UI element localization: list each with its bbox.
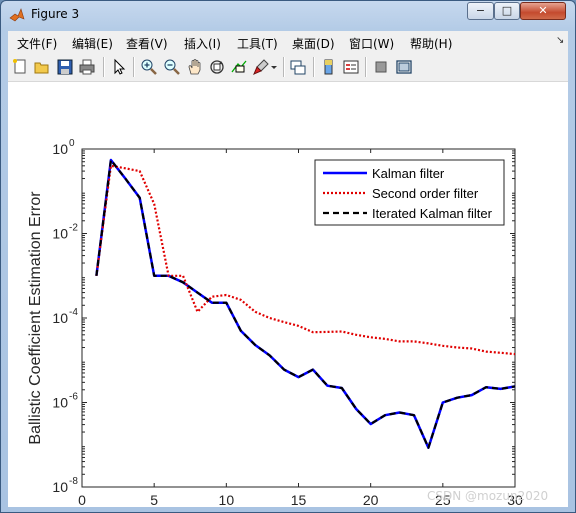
minimize-button[interactable]: −	[467, 2, 494, 20]
watermark: CSDN @mozun2020	[427, 489, 549, 503]
title-bar[interactable]: Figure 3 − □ ✕	[1, 1, 575, 29]
toolbar-separator	[283, 57, 285, 77]
matlab-icon	[9, 7, 25, 23]
x-tick-label: 20	[363, 492, 379, 507]
figure-toolbar	[8, 53, 568, 82]
pan-icon[interactable]	[186, 58, 204, 76]
menu-desktop[interactable]: 桌面(D)	[292, 35, 335, 52]
plot-area: 05101520253010010-210-410-610-8SecondsBa…	[8, 82, 568, 513]
x-tick-label: 0	[78, 492, 86, 507]
figure-window: Figure 3 − □ ✕ 文件(F) 编辑(E) 查看(V) 插入(I) 工…	[0, 0, 576, 513]
y-tick-label: 10	[52, 310, 68, 326]
window-title: Figure 3	[31, 7, 80, 21]
open-icon[interactable]	[33, 58, 51, 76]
y-tick-label: 10	[52, 395, 68, 411]
toolbar-separator	[133, 57, 135, 77]
y-tick-exponent: 0	[69, 138, 75, 149]
toolbar-separator	[313, 57, 315, 77]
brush-dropdown-icon[interactable]	[270, 58, 278, 76]
print-icon[interactable]	[78, 58, 96, 76]
menu-insert[interactable]: 插入(I)	[184, 35, 221, 52]
menu-tools[interactable]: 工具(T)	[237, 35, 278, 52]
y-tick-label: 10	[52, 479, 68, 495]
maximize-button[interactable]: □	[494, 2, 520, 20]
y-tick-exponent: -6	[69, 392, 78, 403]
toolbar-separator	[103, 57, 105, 77]
legend-label: Iterated Kalman filter	[372, 206, 493, 221]
menu-view[interactable]: 查看(V)	[126, 35, 168, 52]
y-tick-exponent: -8	[69, 476, 78, 487]
toolbar-separator	[365, 57, 367, 77]
menu-edit[interactable]: 编辑(E)	[72, 35, 113, 52]
link-plot-icon[interactable]	[289, 58, 307, 76]
x-tick-label: 5	[150, 492, 158, 507]
legend-icon[interactable]	[342, 58, 360, 76]
rotate-3d-icon[interactable]	[208, 58, 226, 76]
show-plot-tools-icon[interactable]	[395, 58, 413, 76]
y-axis-label: Ballistic Coefficient Estimation Error	[27, 191, 44, 445]
close-button[interactable]: ✕	[520, 2, 566, 20]
zoom-out-icon[interactable]	[163, 58, 181, 76]
data-cursor-icon[interactable]	[230, 58, 248, 76]
pointer-icon[interactable]	[110, 58, 128, 76]
x-tick-label: 10	[219, 492, 235, 507]
y-tick-exponent: -2	[69, 223, 78, 234]
new-figure-icon[interactable]	[11, 58, 29, 76]
zoom-in-icon[interactable]	[140, 58, 158, 76]
save-icon[interactable]	[56, 58, 74, 76]
menu-file[interactable]: 文件(F)	[17, 35, 57, 52]
chart-svg[interactable]: 05101520253010010-210-410-610-8SecondsBa…	[8, 82, 568, 513]
y-tick-label: 10	[52, 226, 68, 242]
colorbar-icon[interactable]	[320, 58, 338, 76]
x-tick-label: 15	[291, 492, 307, 507]
menu-window[interactable]: 窗口(W)	[349, 35, 394, 52]
brush-icon[interactable]	[252, 58, 270, 76]
menu-bar: 文件(F) 编辑(E) 查看(V) 插入(I) 工具(T) 桌面(D) 窗口(W…	[8, 31, 568, 53]
y-tick-exponent: -4	[69, 307, 78, 318]
y-tick-label: 10	[52, 141, 68, 157]
menu-overflow-icon[interactable]: ↘	[556, 35, 564, 46]
legend-label: Kalman filter	[372, 166, 445, 181]
figure-client: 文件(F) 编辑(E) 查看(V) 插入(I) 工具(T) 桌面(D) 窗口(W…	[8, 31, 568, 513]
legend-label: Second order filter	[372, 186, 479, 201]
menu-help[interactable]: 帮助(H)	[410, 35, 452, 52]
hide-plot-tools-icon[interactable]	[372, 58, 390, 76]
